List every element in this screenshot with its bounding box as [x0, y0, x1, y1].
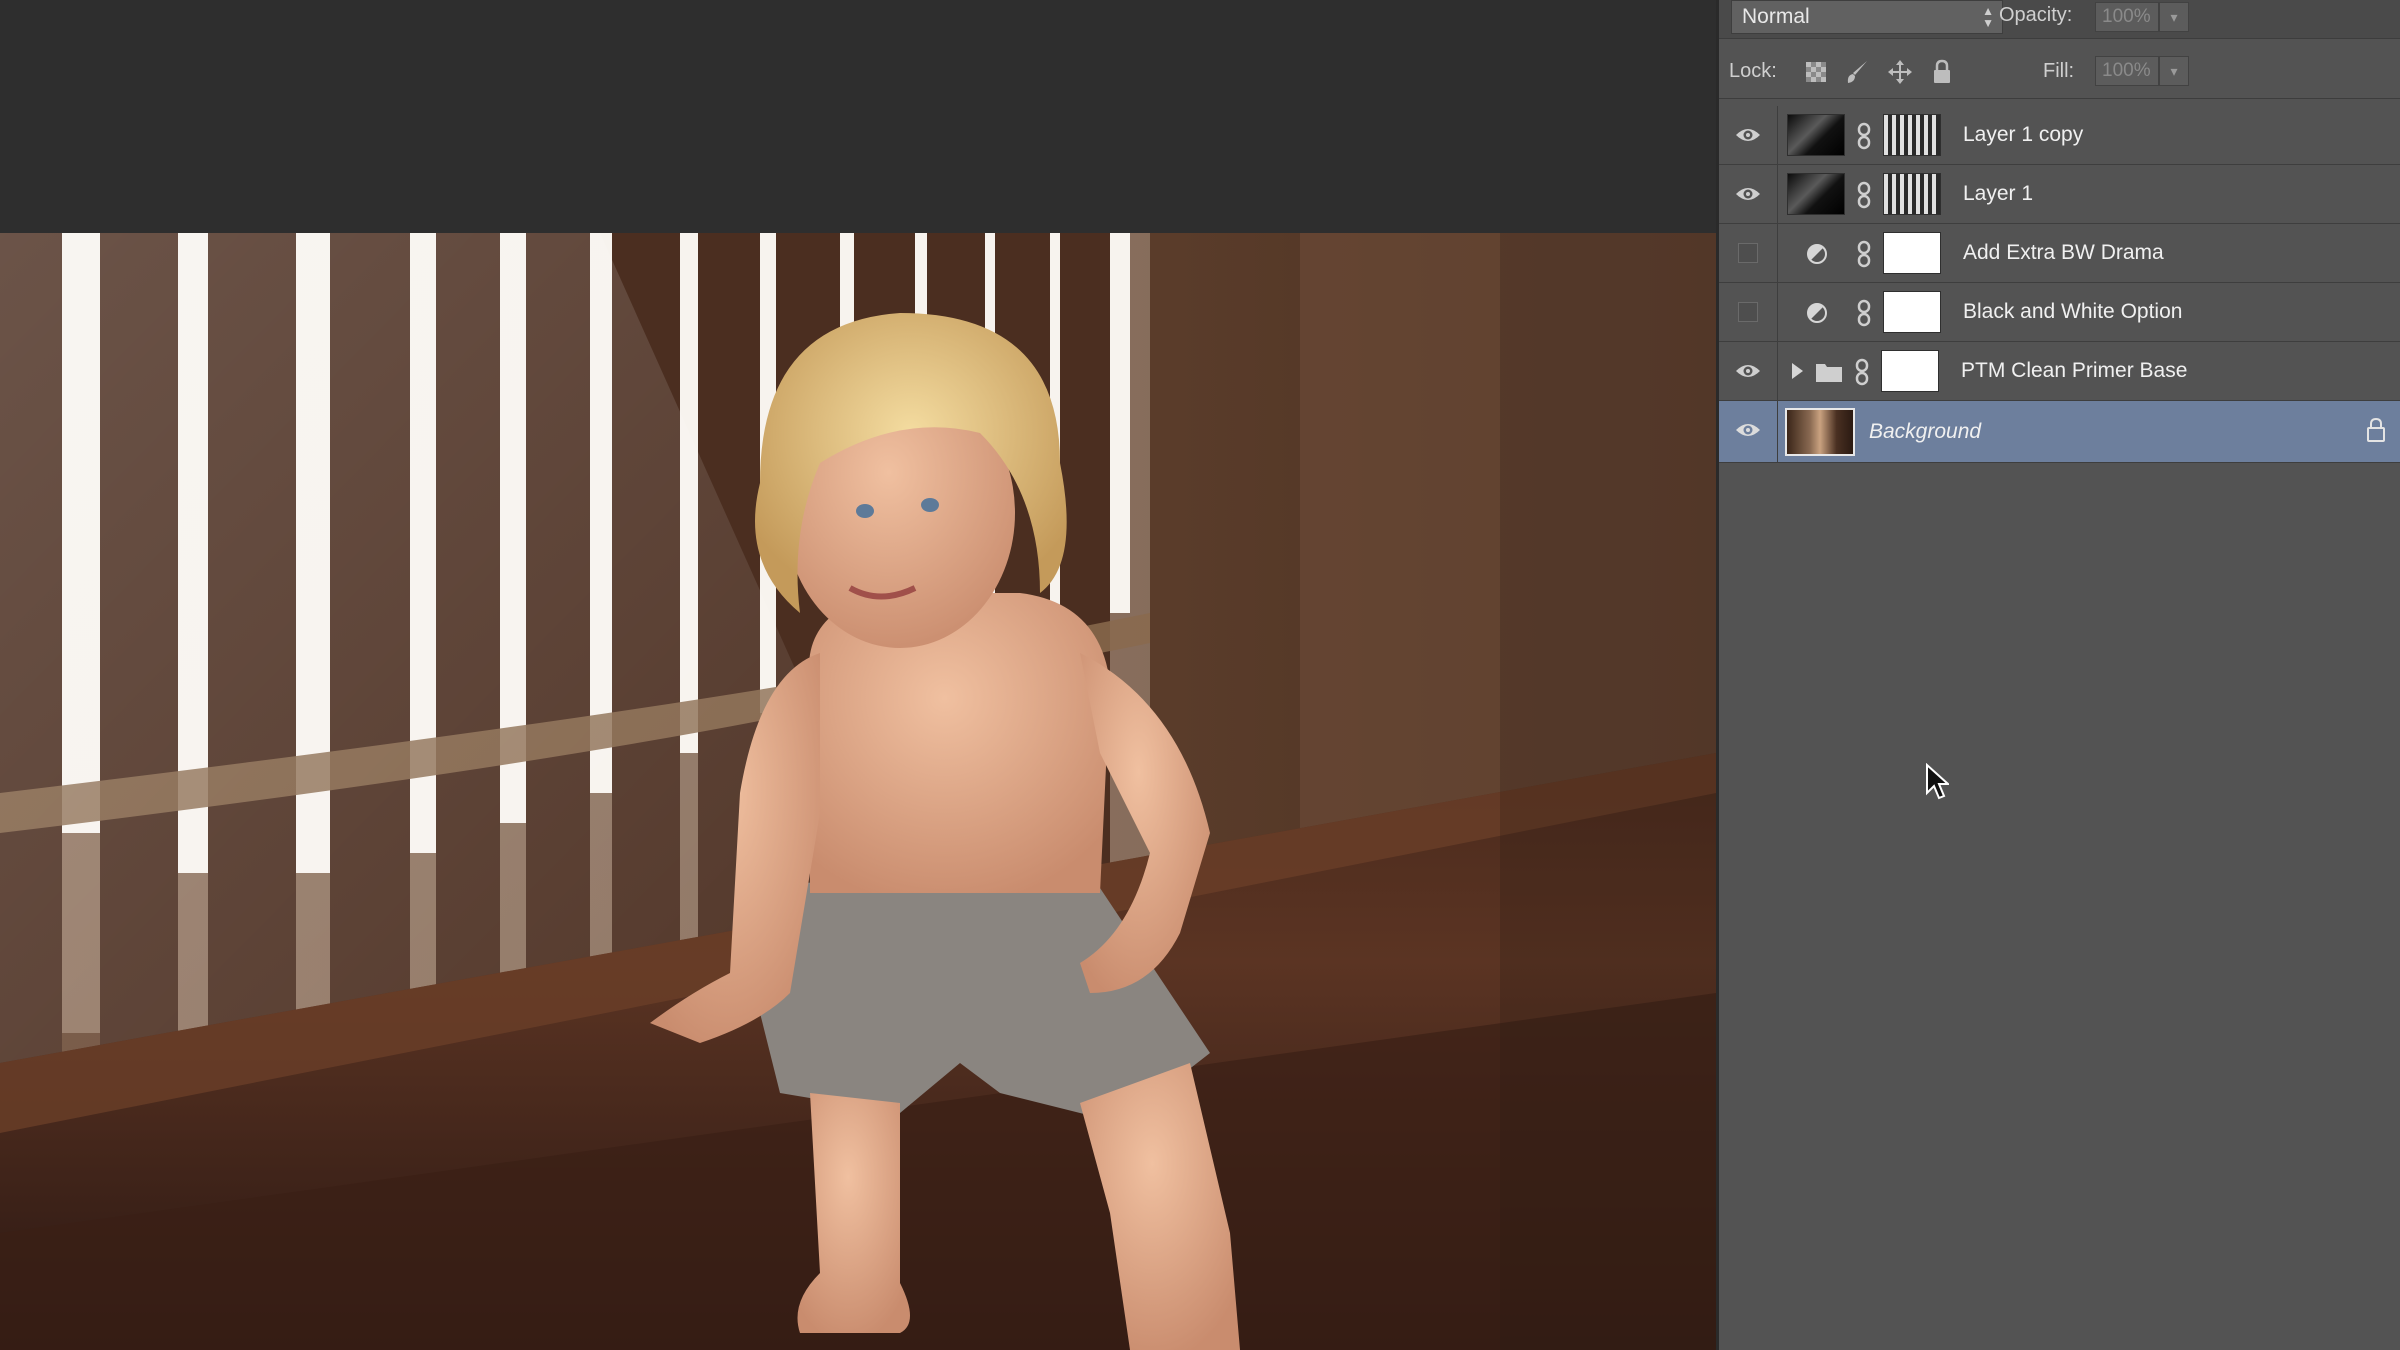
layer-mask-thumbnail[interactable]	[1881, 350, 1939, 392]
layer-row-layer-1[interactable]: Layer 1	[1719, 165, 2400, 224]
mask-link-icon[interactable]	[1854, 181, 1874, 209]
visibility-toggle[interactable]	[1719, 342, 1778, 400]
blend-mode-select[interactable]: Normal ▲ ▼	[1731, 0, 2003, 34]
layers-panel: Normal ▲ ▼ Opacity: 100% ▾ Lock: Fill: 10…	[1716, 0, 2400, 1350]
photo-image	[0, 233, 1716, 1350]
eye-icon[interactable]	[1735, 125, 1761, 145]
layer-row-layer-1-copy[interactable]: Layer 1 copy	[1719, 106, 2400, 165]
opacity-input[interactable]: 100%	[2095, 2, 2159, 32]
adjustment-layer-icon	[1807, 303, 1827, 323]
layer-thumbnail	[1785, 408, 1855, 456]
layer-name[interactable]: Background	[1869, 419, 1981, 445]
expand-triangle-icon[interactable]	[1790, 362, 1804, 380]
layer-name[interactable]: Add Extra BW Drama	[1963, 240, 2164, 266]
fill-dropdown-button[interactable]: ▾	[2159, 56, 2189, 86]
lock-image-pixels-brush-icon[interactable]	[1845, 59, 1871, 85]
folder-icon	[1816, 364, 1842, 382]
layer-mask-thumbnail[interactable]	[1883, 232, 1941, 274]
layer-row-add-extra-bw-drama[interactable]: Add Extra BW Drama	[1719, 224, 2400, 283]
layer-row-background[interactable]: Background	[1719, 401, 2400, 463]
visibility-toggle[interactable]	[1719, 106, 1778, 164]
adjustment-layer-icon	[1807, 244, 1827, 264]
fill-input[interactable]: 100%	[2095, 56, 2159, 86]
document-canvas[interactable]	[0, 0, 1716, 1350]
blend-opacity-row: Normal ▲ ▼ Opacity: 100% ▾	[1719, 0, 2400, 39]
opacity-dropdown-button[interactable]: ▾	[2159, 2, 2189, 32]
layer-name[interactable]: PTM Clean Primer Base	[1961, 358, 2187, 384]
lock-fill-row: Lock: Fill: 100% ▾	[1719, 46, 2400, 99]
lock-transparent-pixels-icon[interactable]	[1803, 59, 1829, 85]
fill-label: Fill:	[2043, 60, 2075, 82]
mouse-cursor-icon	[1926, 763, 1949, 800]
opacity-label: Opacity:	[1999, 4, 2073, 26]
layer-mask-thumbnail[interactable]	[1883, 114, 1941, 156]
select-arrows-icon: ▲ ▼	[1982, 4, 1994, 30]
eye-icon[interactable]	[1735, 420, 1761, 440]
layer-name[interactable]: Black and White Option	[1963, 299, 2182, 325]
mask-link-icon[interactable]	[1854, 240, 1874, 268]
visibility-toggle[interactable]	[1719, 165, 1778, 223]
visibility-toggle[interactable]	[1719, 401, 1778, 462]
background-lock-icon	[2367, 417, 2385, 442]
visibility-toggle[interactable]	[1719, 283, 1778, 341]
mask-link-icon[interactable]	[1854, 122, 1874, 150]
lock-position-move-icon[interactable]	[1887, 59, 1913, 85]
visibility-toggle[interactable]	[1719, 224, 1778, 282]
lock-all-icon[interactable]	[1929, 59, 1955, 85]
mask-link-icon[interactable]	[1852, 358, 1872, 386]
mask-link-icon[interactable]	[1854, 299, 1874, 327]
layer-mask-thumbnail[interactable]	[1883, 291, 1941, 333]
blend-mode-value: Normal	[1742, 5, 1810, 28]
hidden-visibility-box[interactable]	[1738, 243, 1758, 263]
eye-icon[interactable]	[1735, 361, 1761, 381]
layer-mask-thumbnail[interactable]	[1883, 173, 1941, 215]
lock-label: Lock:	[1729, 60, 1777, 82]
eye-icon[interactable]	[1735, 184, 1761, 204]
layer-name[interactable]: Layer 1	[1963, 181, 2033, 207]
layer-name[interactable]: Layer 1 copy	[1963, 122, 2083, 148]
layer-thumbnail	[1787, 173, 1845, 215]
hidden-visibility-box[interactable]	[1738, 302, 1758, 322]
layer-row-black-and-white-option[interactable]: Black and White Option	[1719, 283, 2400, 342]
layer-thumbnail	[1787, 114, 1845, 156]
layer-row-ptm-clean-primer-base[interactable]: PTM Clean Primer Base	[1719, 342, 2400, 401]
